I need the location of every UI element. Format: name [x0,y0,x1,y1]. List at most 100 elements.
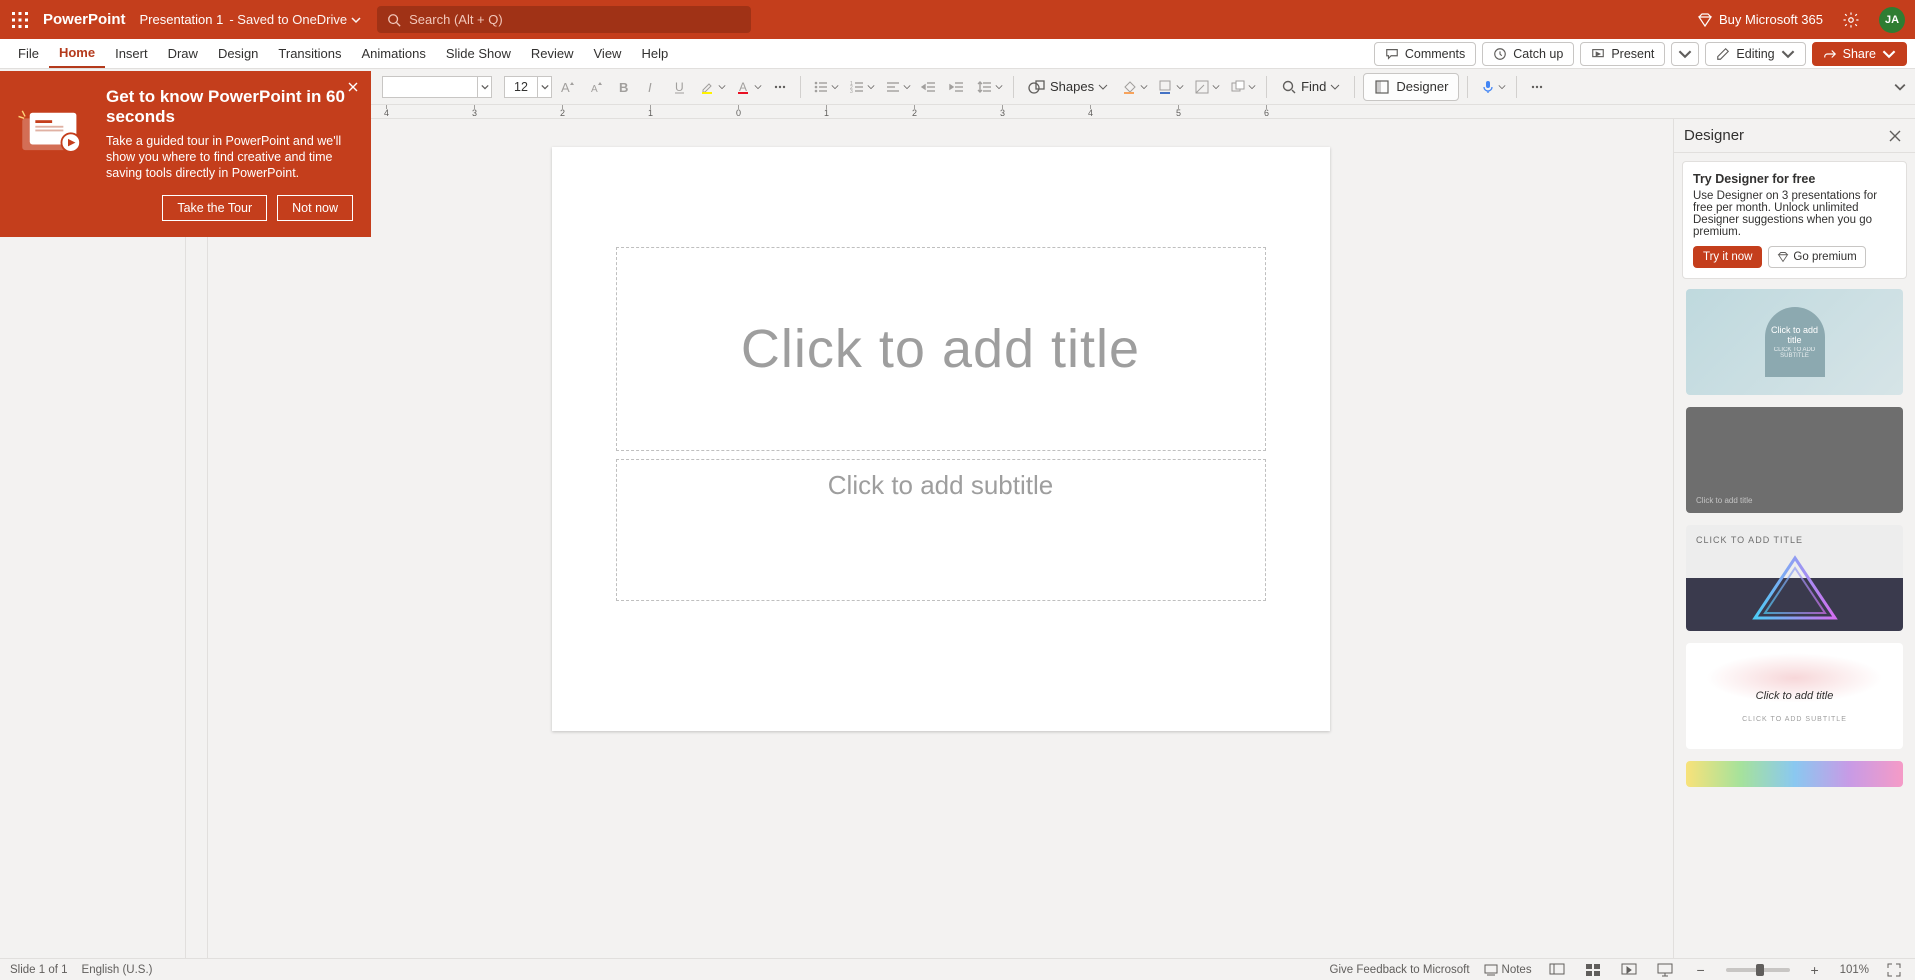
tour-illustration-icon [16,109,92,165]
document-title[interactable]: Presentation 1 [140,12,224,27]
shape-outline-button[interactable] [1154,74,1186,100]
notes-label: Notes [1502,964,1532,976]
feedback-link[interactable]: Give Feedback to Microsoft [1330,964,1470,976]
present-button[interactable]: Present [1580,42,1665,66]
font-name-box[interactable] [382,76,492,98]
zoom-level[interactable]: 101% [1840,964,1869,976]
design-idea-4[interactable]: Click to add title CLICK TO ADD SUBTITLE [1686,643,1903,749]
find-button[interactable]: Find [1275,79,1346,95]
not-now-button[interactable]: Not now [277,195,353,221]
tab-draw[interactable]: Draw [158,39,208,68]
share-button[interactable]: Share [1812,42,1907,66]
language-status[interactable]: English (U.S.) [82,964,153,976]
zoom-slider-knob[interactable] [1756,964,1764,976]
slide-thumbnail-panel[interactable] [0,119,186,958]
font-name-dropdown[interactable] [478,76,492,98]
tab-design[interactable]: Design [208,39,268,68]
save-status[interactable]: - Saved to OneDrive [229,12,361,27]
shrink-font-button[interactable]: A [584,74,608,100]
fit-to-window-button[interactable] [1883,961,1905,979]
tab-slideshow[interactable]: Slide Show [436,39,521,68]
sorter-view-icon [1585,963,1601,977]
present-dropdown[interactable] [1671,42,1699,66]
design-idea-4-title: Click to add title [1756,690,1834,702]
slide-1[interactable]: Click to add title Click to add subtitle [552,147,1330,731]
buy-m365-button[interactable]: Buy Microsoft 365 [1697,12,1823,28]
shape-fill-button[interactable] [1118,74,1150,100]
increase-indent-icon [949,79,965,95]
comments-button[interactable]: Comments [1374,42,1476,66]
ruler-tick: 1 [648,105,653,118]
tab-review[interactable]: Review [521,39,584,68]
tab-help[interactable]: Help [631,39,678,68]
design-idea-5[interactable] [1686,761,1903,787]
designer-toolbar-label: Designer [1396,79,1448,94]
slide-counter[interactable]: Slide 1 of 1 [10,964,68,976]
tab-home[interactable]: Home [49,39,105,68]
sorter-view-button[interactable] [1582,961,1604,979]
chevron-down-icon [1781,47,1795,61]
tab-animations[interactable]: Animations [352,39,436,68]
designer-close-button[interactable] [1885,126,1905,146]
title-placeholder[interactable]: Click to add title [616,247,1266,451]
align-button[interactable] [881,74,913,100]
catchup-button[interactable]: Catch up [1482,42,1574,66]
ruler-tick: 4 [1088,105,1093,118]
dictate-button[interactable] [1476,74,1508,100]
tab-insert[interactable]: Insert [105,39,158,68]
quick-styles-button[interactable] [1190,74,1222,100]
design-idea-3[interactable]: CLICK TO ADD TITLE [1686,525,1903,631]
notes-toggle[interactable]: Notes [1484,964,1532,976]
numbering-button[interactable]: 123 [845,74,877,100]
tab-file[interactable]: File [8,39,49,68]
search-box[interactable]: Search (Alt + Q) [377,6,751,33]
try-it-now-button[interactable]: Try it now [1693,246,1762,268]
chevron-down-icon [1894,81,1906,93]
shapes-button[interactable]: Shapes [1022,79,1114,95]
go-premium-button[interactable]: Go premium [1768,246,1865,268]
take-tour-button[interactable]: Take the Tour [162,195,267,221]
zoom-slider[interactable] [1726,968,1790,972]
design-ideas-list[interactable]: Click to add title CLICK TO ADD SUBTITLE… [1674,285,1915,958]
more-commands-button[interactable] [1525,74,1549,100]
reading-view-icon [1621,963,1637,977]
subtitle-placeholder[interactable]: Click to add subtitle [616,459,1266,601]
account-avatar[interactable]: JA [1879,7,1905,33]
tab-view[interactable]: View [584,39,632,68]
font-size-input[interactable] [504,76,538,98]
designer-promo-body: Use Designer on 3 presentations for free… [1693,190,1896,238]
bullets-button[interactable] [809,74,841,100]
align-left-icon [885,79,901,95]
design-idea-1[interactable]: Click to add title CLICK TO ADD SUBTITLE [1686,289,1903,395]
font-size-dropdown[interactable] [538,76,552,98]
zoom-in-button[interactable]: + [1804,961,1826,979]
designer-toolbar-button[interactable]: Designer [1363,73,1459,101]
font-name-input[interactable] [382,76,478,98]
chevron-down-icon [995,83,1003,91]
grow-font-button[interactable]: A [556,74,580,100]
line-spacing-button[interactable] [973,74,1005,100]
settings-button[interactable] [1837,6,1865,34]
decrease-indent-button[interactable] [917,74,941,100]
callout-close-button[interactable] [345,79,361,95]
zoom-out-button[interactable]: − [1690,961,1712,979]
italic-button[interactable]: I [640,74,664,100]
tab-transitions[interactable]: Transitions [268,39,351,68]
bold-button[interactable]: B [612,74,636,100]
slide-canvas[interactable]: Click to add title Click to add subtitle [208,119,1673,958]
normal-view-button[interactable] [1546,961,1568,979]
underline-button[interactable]: U [668,74,692,100]
editing-mode-button[interactable]: Editing [1705,42,1805,66]
font-color-button[interactable]: A [732,74,764,100]
more-font-button[interactable] [768,74,792,100]
reading-view-button[interactable] [1618,961,1640,979]
font-size-box[interactable] [504,76,552,98]
highlight-button[interactable] [696,74,728,100]
arrange-button[interactable] [1226,74,1258,100]
collapse-ribbon-button[interactable] [1891,78,1909,96]
design-idea-2[interactable]: Click to add title [1686,407,1903,513]
design-idea-1-preview: Click to add title CLICK TO ADD SUBTITLE [1765,307,1825,377]
increase-indent-button[interactable] [945,74,969,100]
app-launcher-button[interactable] [0,0,39,39]
slideshow-view-button[interactable] [1654,961,1676,979]
